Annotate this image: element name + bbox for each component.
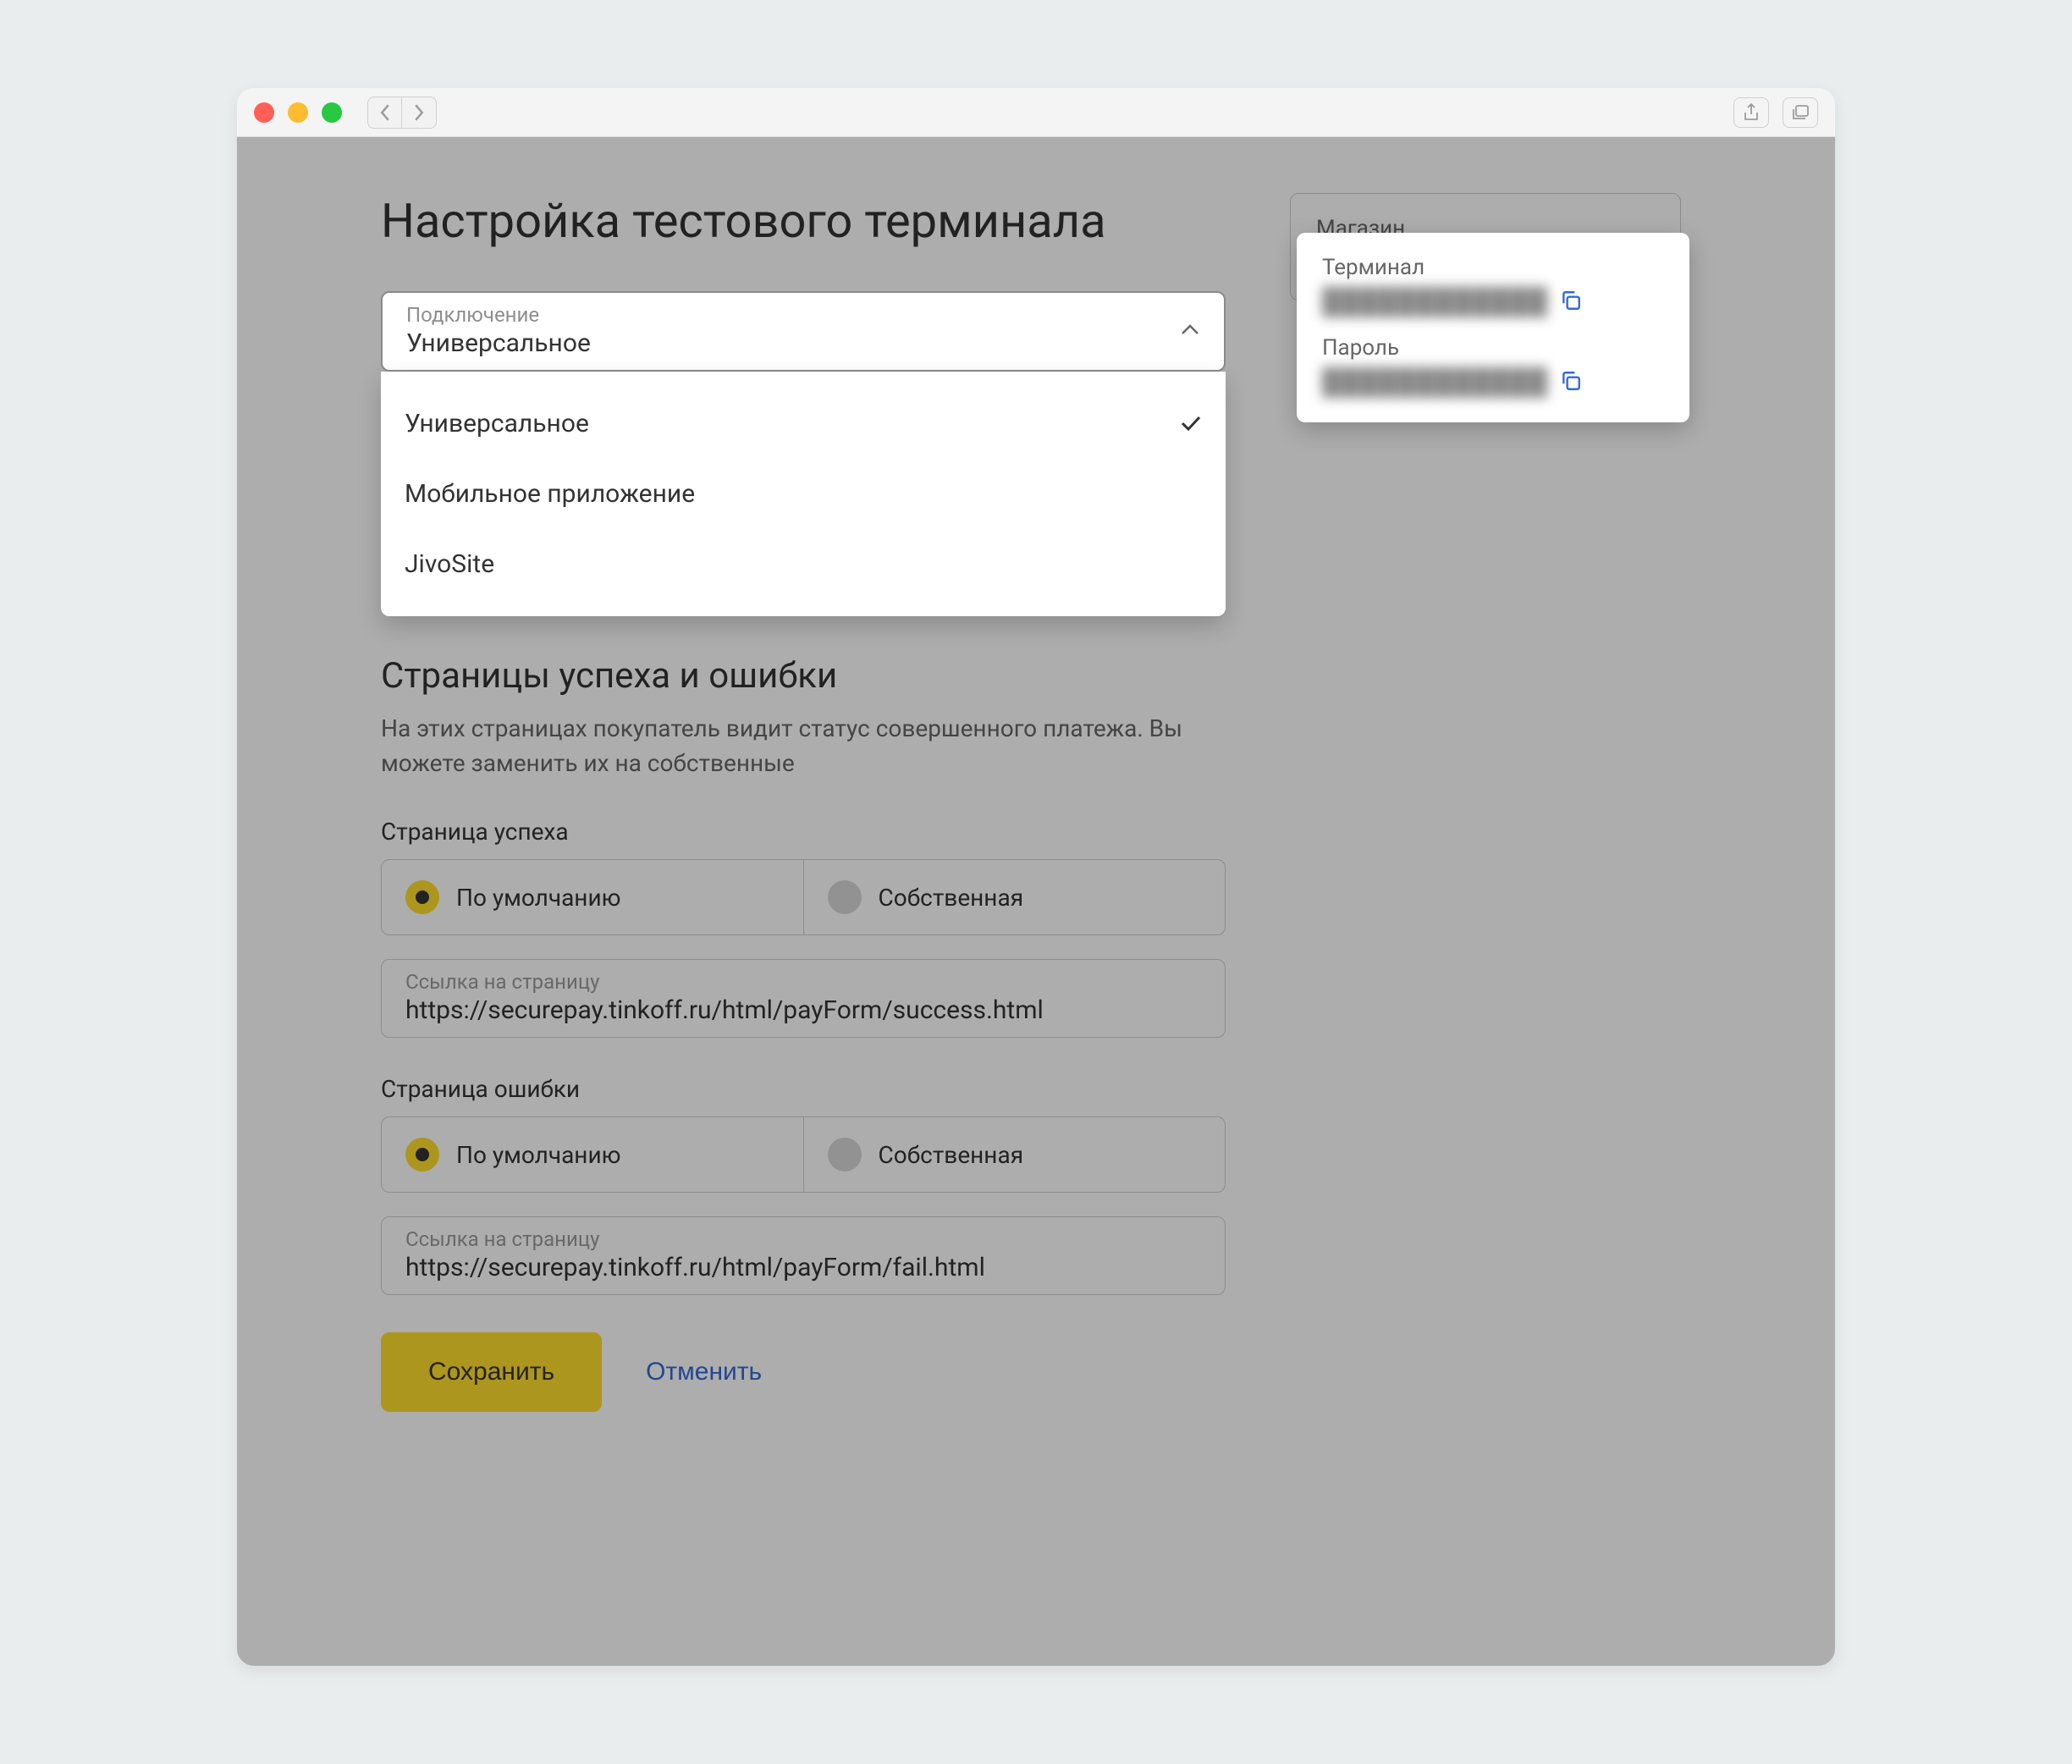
dropdown-option-label: JivoSite	[405, 549, 494, 579]
success-url-input[interactable]: Ссылка на страницу https://securepay.tin…	[381, 959, 1226, 1038]
button-row: Сохранить Отменить	[381, 1332, 1226, 1412]
radio-label: По умолчанию	[456, 884, 620, 912]
fail-own-radio[interactable]: Собственная	[804, 1117, 1226, 1192]
success-own-radio[interactable]: Собственная	[804, 860, 1226, 934]
chevron-left-icon	[379, 104, 391, 121]
pages-heading: Страницы успеха и ошибки	[381, 655, 1226, 697]
input-value: https://securepay.tinkoff.ru/html/payFor…	[405, 1253, 1201, 1282]
chevron-up-icon	[1180, 323, 1200, 340]
copy-window-icon	[1791, 104, 1810, 121]
pages-description: На этих страницах покупатель видит стату…	[381, 712, 1226, 780]
terminal-value: ████████████	[1322, 287, 1548, 317]
radio-off-icon	[828, 1138, 862, 1171]
copy-password-button[interactable]	[1560, 370, 1582, 395]
connection-select[interactable]: Подключение Универсальное	[381, 291, 1226, 372]
success-radio-group: По умолчанию Собственная	[381, 859, 1226, 935]
copy-icon	[1560, 370, 1582, 392]
fail-url-input[interactable]: Ссылка на страницу https://securepay.tin…	[381, 1216, 1226, 1295]
radio-label: Собственная	[879, 1141, 1024, 1169]
success-label: Страница успеха	[381, 818, 1226, 846]
password-value: ████████████	[1322, 367, 1548, 397]
fail-default-radio[interactable]: По умолчанию	[382, 1117, 804, 1192]
check-icon	[1180, 409, 1202, 438]
tabs-button[interactable]	[1783, 97, 1818, 128]
radio-label: По умолчанию	[456, 1141, 620, 1169]
back-button[interactable]	[368, 97, 402, 128]
input-label: Ссылка на страницу	[405, 970, 1201, 994]
fullscreen-icon[interactable]	[322, 102, 342, 123]
dropdown-option-mobile[interactable]: Мобильное приложение	[381, 459, 1226, 529]
password-label: Пароль	[1322, 335, 1664, 361]
connection-value: Универсальное	[406, 328, 1200, 358]
share-button[interactable]	[1733, 97, 1769, 128]
titlebar	[237, 88, 1835, 137]
dropdown-option-universal[interactable]: Универсальное	[381, 389, 1226, 459]
terminal-label: Терминал	[1322, 255, 1664, 280]
radio-label: Собственная	[879, 884, 1024, 912]
radio-off-icon	[828, 880, 862, 914]
connection-label: Подключение	[406, 303, 1200, 327]
save-button[interactable]: Сохранить	[381, 1332, 602, 1412]
nav-arrows	[367, 96, 437, 129]
dropdown-option-jivosite[interactable]: JivoSite	[381, 529, 1226, 599]
terminal-popup: Терминал ████████████ Пароль ███████████…	[1297, 233, 1689, 422]
content: Настройка тестового терминала Подключени…	[237, 137, 1835, 1666]
close-icon[interactable]	[254, 102, 274, 123]
copy-terminal-button[interactable]	[1560, 289, 1582, 315]
page-title: Настройка тестового терминала	[381, 193, 1226, 249]
success-default-radio[interactable]: По умолчанию	[382, 860, 804, 934]
connection-select-wrap: Подключение Универсальное Универсальное	[381, 291, 1226, 616]
copy-icon	[1560, 289, 1582, 311]
chevron-right-icon	[413, 104, 425, 121]
fail-radio-group: По умолчанию Собственная	[381, 1116, 1226, 1193]
cancel-button[interactable]: Отменить	[646, 1358, 762, 1386]
main-column: Настройка тестового терминала Подключени…	[381, 193, 1226, 1412]
browser-window: Настройка тестового терминала Подключени…	[237, 88, 1835, 1666]
window-controls	[254, 102, 342, 123]
dropdown-option-label: Мобильное приложение	[405, 479, 695, 509]
radio-on-icon	[405, 1138, 439, 1171]
minimize-icon[interactable]	[288, 102, 308, 123]
fail-label: Страница ошибки	[381, 1075, 1226, 1103]
share-icon	[1743, 103, 1760, 122]
forward-button[interactable]	[402, 97, 436, 128]
input-label: Ссылка на страницу	[405, 1227, 1201, 1251]
input-value: https://securepay.tinkoff.ru/html/payFor…	[405, 995, 1201, 1025]
connection-dropdown: Универсальное Мобильное приложение JivoS…	[381, 372, 1226, 616]
radio-on-icon	[405, 880, 439, 914]
dropdown-option-label: Универсальное	[405, 409, 589, 438]
